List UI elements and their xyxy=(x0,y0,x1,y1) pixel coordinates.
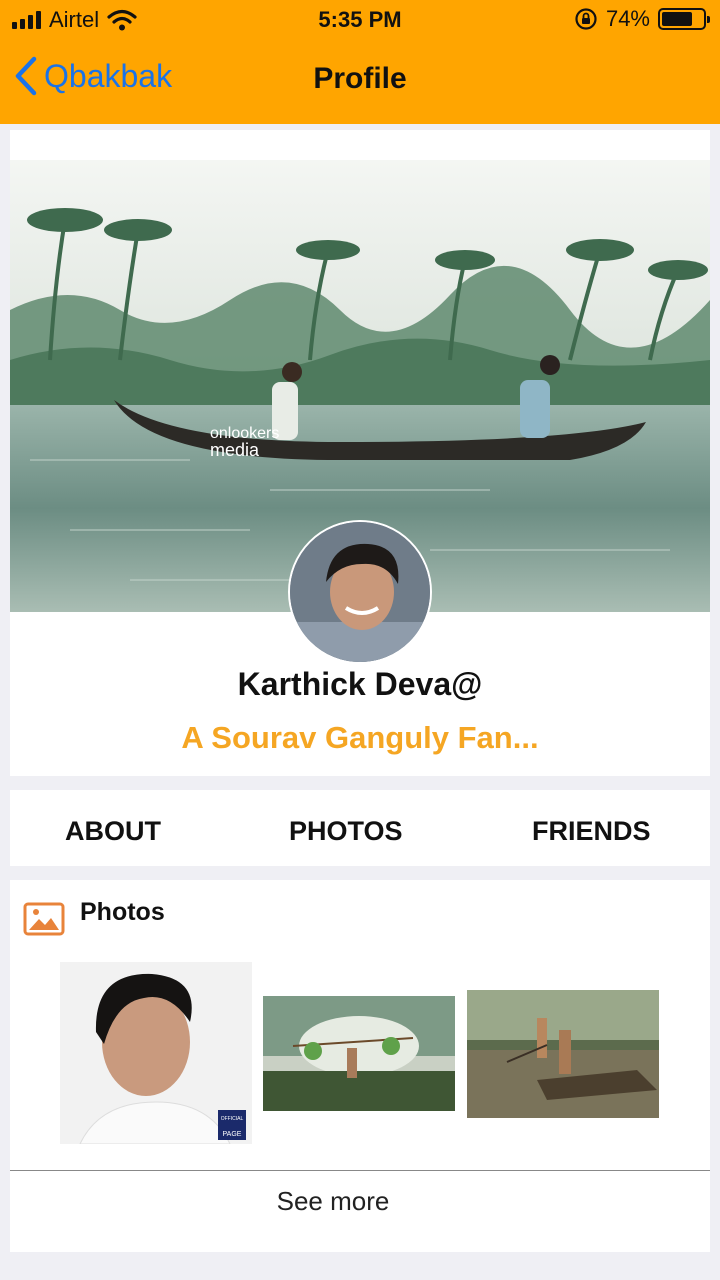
profile-tabs: ABOUT PHOTOS FRIENDS xyxy=(10,790,710,866)
avatar[interactable] xyxy=(288,520,432,664)
battery-percent: 74% xyxy=(605,6,650,31)
tab-photos[interactable]: PHOTOS xyxy=(289,816,403,847)
battery-icon xyxy=(658,8,710,30)
photo-thumbnail-3[interactable] xyxy=(467,990,659,1118)
profile-name: Karthick Deva@ xyxy=(237,666,483,702)
photos-section: Photos OFFICIAL PAGE See more xyxy=(10,880,710,1252)
tab-friends[interactable]: FRIENDS xyxy=(532,816,651,847)
photos-icon xyxy=(23,902,65,936)
see-more-button[interactable]: See more xyxy=(10,1186,656,1217)
photos-heading: Photos xyxy=(80,898,165,926)
profile-tagline: A Sourav Ganguly Fan... xyxy=(181,720,539,755)
cover-watermark-2: media xyxy=(210,440,260,460)
app-header: Airtel 5:35 PM 74% Qbakbak Profile xyxy=(0,0,720,124)
photo-thumbnail-1[interactable]: OFFICIAL PAGE xyxy=(60,962,252,1144)
rotation-lock-icon xyxy=(575,8,597,30)
thumb-badge-line1: OFFICIAL xyxy=(221,1116,244,1122)
page-title: Profile xyxy=(313,62,407,95)
profile-card: onlookers media Karthick Deva@ A Sourav … xyxy=(10,130,710,776)
thumb-badge-line2: PAGE xyxy=(223,1131,242,1138)
divider xyxy=(10,1170,710,1171)
status-bar: Airtel 5:35 PM 74% xyxy=(0,0,720,40)
photo-thumbnail-2[interactable] xyxy=(263,996,455,1111)
tab-about[interactable]: ABOUT xyxy=(65,816,161,847)
battery-fill xyxy=(662,12,692,26)
